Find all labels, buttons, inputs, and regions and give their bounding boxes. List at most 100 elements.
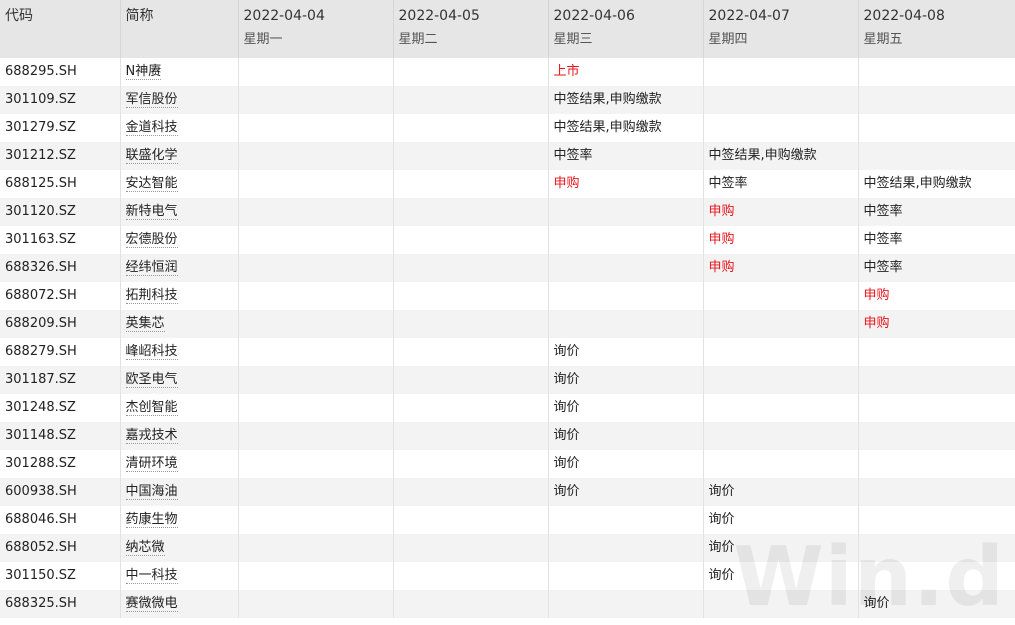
- stock-name-cell[interactable]: 清研环境: [120, 450, 238, 478]
- event-cell: [393, 534, 548, 562]
- event-cell: [548, 282, 703, 310]
- event-cell: 中签率: [703, 170, 858, 198]
- column-header-name-label: 简称: [126, 6, 238, 30]
- table-row[interactable]: 688325.SH赛微微电询价: [0, 590, 1015, 618]
- stock-code-cell: 301288.SZ: [0, 450, 120, 478]
- event-cell: [703, 58, 858, 86]
- column-header-name[interactable]: 简称: [120, 0, 238, 58]
- event-cell: [548, 506, 703, 534]
- stock-name-link[interactable]: 经纬恒润: [126, 260, 178, 276]
- stock-name-cell[interactable]: 赛微微电: [120, 590, 238, 618]
- event-cell: 中签结果,申购缴款: [548, 86, 703, 114]
- stock-name-cell[interactable]: N神赓: [120, 58, 238, 86]
- event-cell: 询价: [548, 450, 703, 478]
- table-row[interactable]: 301150.SZ中一科技询价: [0, 562, 1015, 590]
- column-header-day[interactable]: 2022-04-05星期二: [393, 0, 548, 58]
- event-cell: [393, 86, 548, 114]
- event-cell: [858, 394, 1015, 422]
- stock-name-link[interactable]: 拓荆科技: [126, 288, 178, 304]
- table-row[interactable]: 301187.SZ欧圣电气询价: [0, 366, 1015, 394]
- stock-name-cell[interactable]: 联盛化学: [120, 142, 238, 170]
- event-cell: [393, 58, 548, 86]
- table-row[interactable]: 688072.SH 拓荆科技 申购: [0, 282, 1015, 310]
- table-row[interactable]: 688209.SH英集芯申购: [0, 310, 1015, 338]
- stock-name-cell[interactable]: 欧圣电气: [120, 366, 238, 394]
- stock-name-link[interactable]: 清研环境: [126, 456, 178, 472]
- column-header-day[interactable]: 2022-04-06星期三: [548, 0, 703, 58]
- table-row[interactable]: 301109.SZ军信股份中签结果,申购缴款: [0, 86, 1015, 114]
- event-cell: [393, 254, 548, 282]
- table-row[interactable]: 688046.SH药康生物询价: [0, 506, 1015, 534]
- column-header-code[interactable]: 代码: [0, 0, 120, 58]
- event-cell: [858, 506, 1015, 534]
- stock-name-link[interactable]: 英集芯: [126, 316, 165, 332]
- stock-name-cell[interactable]: 嘉戎技术: [120, 422, 238, 450]
- stock-name-cell[interactable]: 安达智能: [120, 170, 238, 198]
- table-row[interactable]: 301148.SZ嘉戎技术询价: [0, 422, 1015, 450]
- stock-name-link[interactable]: 金道科技: [126, 120, 178, 136]
- stock-name-link[interactable]: 嘉戎技术: [126, 428, 178, 444]
- event-cell: 上市: [548, 58, 703, 86]
- day-date: 2022-04-05: [399, 6, 548, 30]
- table-row[interactable]: 301163.SZ宏德股份申购中签率: [0, 226, 1015, 254]
- event-cell: [858, 422, 1015, 450]
- stock-name-link[interactable]: 峰岹科技: [126, 344, 178, 360]
- event-cell: [238, 534, 393, 562]
- stock-name-cell[interactable]: 中一科技: [120, 562, 238, 590]
- stock-name-cell[interactable]: 宏德股份: [120, 226, 238, 254]
- table-row[interactable]: 688295.SHN神赓上市: [0, 58, 1015, 86]
- stock-name-cell[interactable]: 纳芯微: [120, 534, 238, 562]
- stock-name-cell[interactable]: 峰岹科技: [120, 338, 238, 366]
- table-row[interactable]: 301212.SZ联盛化学中签率中签结果,申购缴款: [0, 142, 1015, 170]
- stock-name-link[interactable]: 欧圣电气: [126, 372, 178, 388]
- event-cell: [548, 198, 703, 226]
- column-header-day[interactable]: 2022-04-07星期四: [703, 0, 858, 58]
- table-row[interactable]: 688279.SH峰岹科技询价: [0, 338, 1015, 366]
- column-header-day[interactable]: 2022-04-08星期五: [858, 0, 1015, 58]
- stock-name-cell[interactable]: 杰创智能: [120, 394, 238, 422]
- table-row[interactable]: 688125.SH安达智能申购中签率中签结果,申购缴款: [0, 170, 1015, 198]
- event-cell: [858, 114, 1015, 142]
- event-cell: [548, 562, 703, 590]
- stock-name-cell[interactable]: 新特电气: [120, 198, 238, 226]
- stock-name-link[interactable]: 纳芯微: [126, 540, 165, 556]
- column-header-day[interactable]: 2022-04-04星期一: [238, 0, 393, 58]
- stock-name-link[interactable]: 宏德股份: [126, 232, 178, 248]
- stock-name-cell[interactable]: 金道科技: [120, 114, 238, 142]
- stock-name-link[interactable]: 药康生物: [126, 512, 178, 528]
- table-row[interactable]: 301120.SZ新特电气申购中签率: [0, 198, 1015, 226]
- table-row[interactable]: 301288.SZ 清研环境 询价: [0, 450, 1015, 478]
- stock-name-cell[interactable]: 经纬恒润: [120, 254, 238, 282]
- stock-name-link[interactable]: 安达智能: [126, 176, 178, 192]
- stock-name-link[interactable]: 杰创智能: [126, 400, 178, 416]
- stock-name-cell[interactable]: 中国海油: [120, 478, 238, 506]
- stock-name-link[interactable]: 中一科技: [126, 568, 178, 584]
- table-row[interactable]: 301279.SZ金道科技中签结果,申购缴款: [0, 114, 1015, 142]
- event-cell: [238, 422, 393, 450]
- table-row[interactable]: 688326.SH经纬恒润申购中签率: [0, 254, 1015, 282]
- event-cell: 申购: [703, 198, 858, 226]
- stock-code-cell: 301187.SZ: [0, 366, 120, 394]
- stock-name-link[interactable]: 新特电气: [126, 204, 178, 220]
- stock-name-link[interactable]: N神赓: [126, 64, 162, 80]
- event-cell: [393, 310, 548, 338]
- table-row[interactable]: 688052.SH纳芯微询价: [0, 534, 1015, 562]
- stock-name-link[interactable]: 赛微微电: [126, 596, 178, 612]
- table-row[interactable]: 301248.SZ杰创智能询价: [0, 394, 1015, 422]
- stock-name-link[interactable]: 中国海油: [126, 484, 178, 500]
- table-row[interactable]: 600938.SH中国海油询价询价: [0, 478, 1015, 506]
- event-cell: [858, 338, 1015, 366]
- stock-name-link[interactable]: 联盛化学: [126, 148, 178, 164]
- stock-name-cell[interactable]: 英集芯: [120, 310, 238, 338]
- event-cell: [703, 114, 858, 142]
- stock-name-cell[interactable]: 军信股份: [120, 86, 238, 114]
- event-cell: 申购: [858, 282, 1015, 310]
- event-cell: [703, 86, 858, 114]
- event-cell: [238, 198, 393, 226]
- stock-code-cell: 688072.SH: [0, 282, 120, 310]
- stock-name-cell[interactable]: 药康生物: [120, 506, 238, 534]
- stock-name-link[interactable]: 军信股份: [126, 92, 178, 108]
- stock-name-cell[interactable]: 拓荆科技: [120, 282, 238, 310]
- event-cell: [858, 562, 1015, 590]
- event-cell: [393, 198, 548, 226]
